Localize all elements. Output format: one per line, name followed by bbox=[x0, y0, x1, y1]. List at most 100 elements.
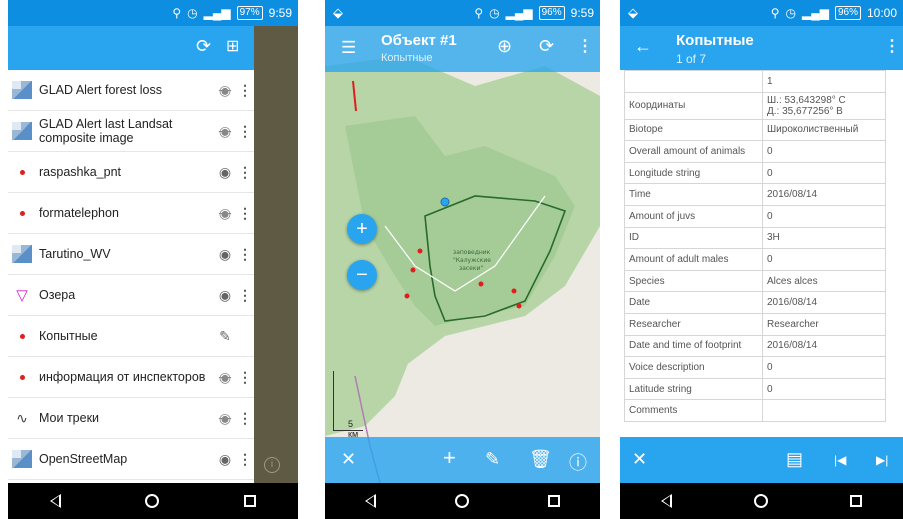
more-icon[interactable]: ⋮ bbox=[236, 123, 254, 140]
raster-layer-icon bbox=[11, 122, 33, 140]
raster-layer-icon bbox=[11, 450, 33, 468]
map-point[interactable] bbox=[410, 267, 416, 273]
eye-off-icon[interactable]: ◉ bbox=[214, 410, 236, 427]
map-point[interactable] bbox=[404, 293, 410, 299]
status-bar: ⚲ ◷ ▂▄▆ 97% 9:59 bbox=[8, 0, 298, 26]
battery-indicator: 96% bbox=[834, 6, 861, 20]
map-point[interactable] bbox=[417, 248, 423, 254]
recent-apps-icon[interactable] bbox=[548, 495, 561, 507]
map-screen: ⬙ ⚲ ◷ ▂▄▆ 96% 9:59 заповедник "Калужские… bbox=[325, 0, 600, 519]
more-icon[interactable]: ⋮ bbox=[236, 164, 254, 181]
attribute-key: Time bbox=[624, 183, 763, 206]
more-icon[interactable]: ⋮ bbox=[236, 82, 254, 99]
more-icon[interactable]: ⋮ bbox=[236, 451, 254, 468]
map-point[interactable] bbox=[478, 281, 484, 287]
more-icon[interactable]: ⋮ bbox=[577, 36, 593, 56]
layer-item[interactable]: raspashka_pnt ◉ ⋮ bbox=[8, 152, 254, 193]
point-layer-icon bbox=[11, 333, 33, 339]
add-layer-icon[interactable]: ⊞ bbox=[226, 36, 239, 56]
recent-apps-icon[interactable] bbox=[243, 495, 256, 507]
map-action-bar: ✕ + ✎ 🗑 ⓘ bbox=[325, 437, 600, 483]
attribute-key: ID bbox=[624, 226, 763, 250]
scale-label: 5 км bbox=[348, 419, 359, 439]
add-icon[interactable]: + bbox=[443, 445, 456, 471]
attribute-row: Date and time of footprint 2016/08/14 bbox=[624, 334, 886, 358]
layer-item[interactable]: ▽ Озера ◉ ⋮ bbox=[8, 275, 254, 316]
attribute-value: Alces alces bbox=[762, 269, 886, 293]
attribute-key bbox=[624, 70, 763, 93]
more-icon[interactable]: ⋮ bbox=[236, 410, 254, 427]
home-icon[interactable] bbox=[454, 494, 469, 508]
attribute-row: Biotope Широколиственный bbox=[624, 118, 886, 142]
layer-item[interactable]: информация от инспекторов ◉ ⋮ bbox=[8, 357, 254, 398]
back-icon[interactable] bbox=[364, 494, 376, 508]
sync-icon[interactable]: ⟳ bbox=[539, 36, 554, 57]
attribute-value: Researcher bbox=[762, 312, 886, 336]
more-icon[interactable]: ⋮ bbox=[884, 36, 900, 56]
eye-off-icon[interactable]: ◉ bbox=[214, 123, 236, 140]
attribute-key: Latitude string bbox=[624, 377, 763, 401]
eye-off-icon[interactable]: ◉ bbox=[214, 205, 236, 222]
signal-icon: ▂▄▆ bbox=[801, 6, 829, 20]
clock: 9:59 bbox=[570, 6, 594, 20]
layer-name: Копытные bbox=[39, 329, 98, 343]
locate-icon[interactable]: ⊕ bbox=[497, 36, 512, 57]
home-icon[interactable] bbox=[145, 494, 160, 508]
zoom-out-button[interactable]: − bbox=[347, 260, 377, 290]
delete-icon[interactable]: 🗑 bbox=[529, 449, 552, 470]
map-point[interactable] bbox=[516, 303, 522, 309]
layer-item[interactable]: GLAD Alert last Landsat composite image ◉… bbox=[8, 111, 254, 152]
more-icon[interactable]: ⋮ bbox=[236, 205, 254, 222]
attribute-key: Biotope bbox=[624, 118, 763, 142]
attribute-value: 2016/08/14 bbox=[762, 334, 886, 358]
layer-item[interactable]: Tarutino_WV ◉ ⋮ bbox=[8, 234, 254, 275]
back-icon[interactable] bbox=[661, 494, 672, 508]
back-arrow-icon[interactable]: ← bbox=[634, 36, 652, 57]
attribute-key: Voice description bbox=[624, 356, 763, 379]
attributes-action-bar: ✕ ▤ |◀ ▶| bbox=[620, 437, 903, 483]
more-icon[interactable]: ⋮ bbox=[236, 246, 254, 263]
eye-icon[interactable]: ◉ bbox=[214, 287, 236, 304]
table-icon[interactable]: ▤ bbox=[786, 449, 803, 470]
layer-item[interactable]: Копытные ✎ bbox=[8, 316, 254, 357]
recent-apps-icon[interactable] bbox=[850, 495, 862, 507]
map-point[interactable] bbox=[511, 288, 517, 294]
info-icon[interactable]: i bbox=[264, 457, 280, 473]
eye-off-icon[interactable]: ◉ bbox=[214, 82, 236, 99]
eye-off-icon[interactable]: ◉ bbox=[214, 369, 236, 386]
edit-icon[interactable]: ✎ bbox=[485, 449, 500, 470]
close-icon[interactable]: ✕ bbox=[632, 449, 647, 470]
attribute-value: 2016/08/14 bbox=[762, 291, 886, 314]
previous-icon[interactable]: |◀ bbox=[834, 453, 846, 467]
eye-icon[interactable]: ◉ bbox=[214, 451, 236, 468]
sync-icon[interactable]: ⟳ bbox=[196, 36, 211, 57]
selected-feature[interactable] bbox=[440, 197, 450, 207]
layer-item[interactable]: formatelephon ◉ ⋮ bbox=[8, 193, 254, 234]
layer-item[interactable]: GLAD Alert forest loss ◉ ⋮ bbox=[8, 70, 254, 111]
map-dimmed: i bbox=[254, 26, 298, 483]
layer-item[interactable]: ∿ Мои треки ◉ ⋮ bbox=[8, 398, 254, 439]
attribute-value: 0 bbox=[762, 204, 886, 228]
back-icon[interactable] bbox=[50, 494, 62, 508]
menu-icon[interactable]: ☰ bbox=[341, 38, 356, 58]
attribute-value: 0 bbox=[762, 356, 886, 379]
home-icon[interactable] bbox=[754, 494, 768, 508]
attribute-key: Date bbox=[624, 291, 763, 314]
map-canvas[interactable]: заповедник "Калужские засеки" bbox=[325, 26, 600, 484]
attribute-key: Date and time of footprint bbox=[624, 334, 763, 358]
android-nav-bar bbox=[325, 483, 600, 519]
edit-icon[interactable]: ✎ bbox=[214, 328, 236, 345]
close-icon[interactable]: ✕ bbox=[341, 449, 356, 470]
eye-icon[interactable]: ◉ bbox=[214, 246, 236, 263]
info-icon[interactable]: ⓘ bbox=[569, 449, 587, 475]
eye-icon[interactable]: ◉ bbox=[214, 164, 236, 181]
point-layer-icon bbox=[11, 169, 33, 175]
more-icon[interactable]: ⋮ bbox=[236, 369, 254, 386]
map-toolbar: ☰ Объект #1 Копытные ⊕ ⟳ ⋮ bbox=[325, 26, 600, 72]
layer-item[interactable]: OpenStreetMap ◉ ⋮ bbox=[8, 439, 254, 480]
next-icon[interactable]: ▶| bbox=[876, 453, 888, 467]
layer-name: Tarutino_WV bbox=[39, 247, 111, 261]
zoom-in-button[interactable]: + bbox=[347, 214, 377, 244]
more-icon[interactable]: ⋮ bbox=[236, 287, 254, 304]
location-icon: ⚲ bbox=[172, 6, 182, 20]
